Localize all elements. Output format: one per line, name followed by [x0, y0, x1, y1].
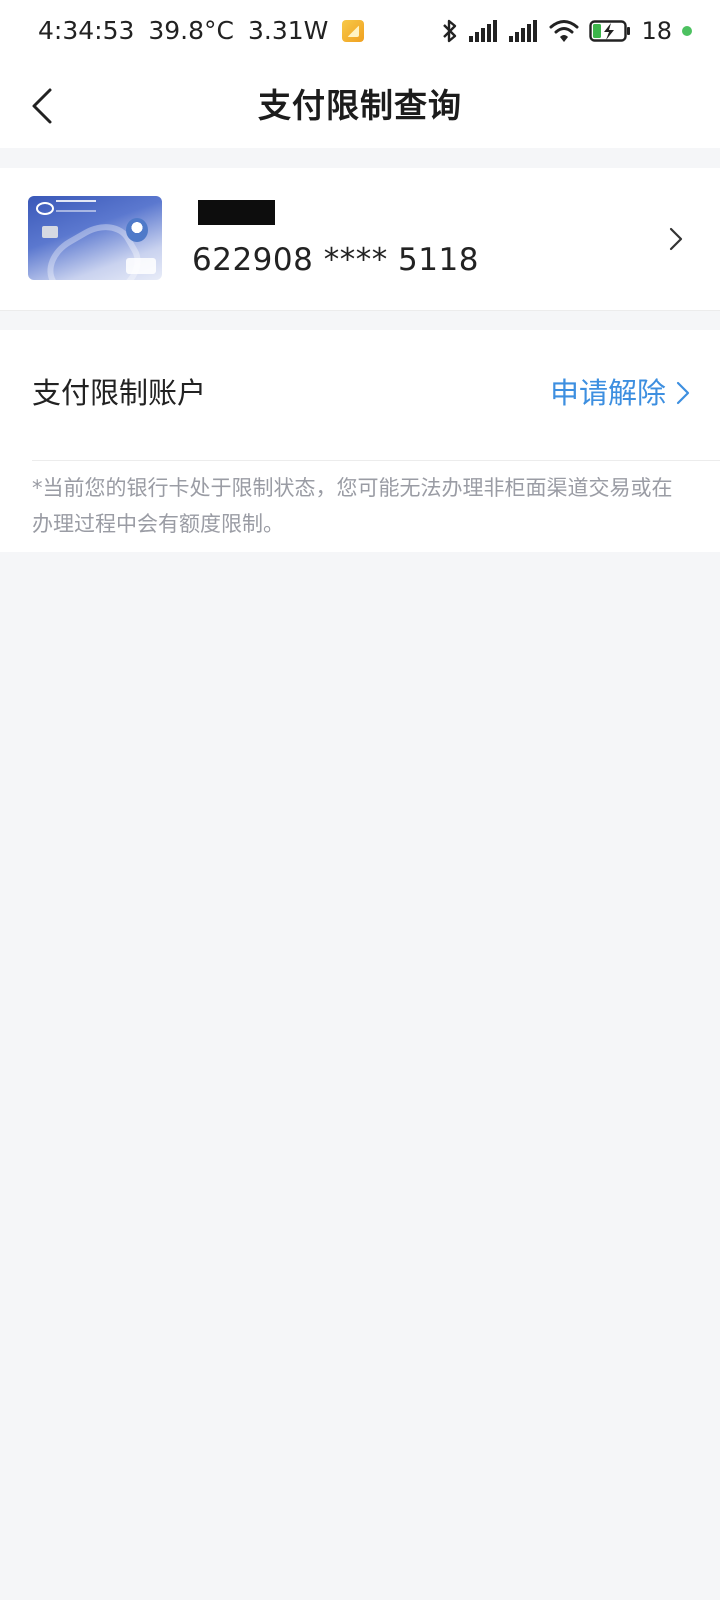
card-mascot-icon — [126, 218, 148, 242]
app-notification-icon — [342, 20, 365, 42]
restriction-section: 支付限制账户 申请解除 *当前您的银行卡处于限制状态，您可能无法办理非柜面渠道交… — [0, 330, 720, 552]
status-power: 3.31W — [248, 16, 329, 45]
bank-logo-icon — [36, 202, 54, 215]
bluetooth-icon — [443, 19, 457, 43]
card-bank-mark — [56, 200, 96, 212]
battery-charging-icon — [589, 20, 631, 42]
status-time: 4:34:53 — [38, 16, 135, 45]
status-temperature: 39.8°C — [148, 16, 234, 45]
status-bar: 4:34:53 39.8°C 3.31W 18 — [0, 0, 720, 64]
page-title: 支付限制查询 — [258, 86, 462, 125]
restriction-note: *当前您的银行卡处于限制状态，您可能无法办理非柜面渠道交易或在办理过程中会有额度… — [32, 476, 673, 536]
apply-remove-link[interactable]: 申请解除 — [550, 372, 690, 414]
chevron-right-icon — [669, 227, 683, 251]
status-left: 4:34:53 39.8°C 3.31W — [38, 14, 365, 48]
signal-icon — [509, 20, 538, 42]
status-right: 18 — [441, 14, 692, 48]
divider — [32, 460, 720, 461]
wifi-icon — [549, 20, 579, 42]
battery-level: 18 — [641, 17, 672, 45]
restriction-account-label: 支付限制账户 — [32, 376, 207, 410]
privacy-indicator-dot — [682, 26, 692, 36]
signal-icon — [469, 20, 498, 42]
card-chip-icon — [42, 226, 58, 238]
card-holder-name-redacted — [198, 200, 275, 225]
chevron-right-icon — [676, 381, 690, 405]
card-number: 622908 **** 5118 — [192, 242, 479, 278]
nav-bar: 支付限制查询 — [0, 64, 720, 148]
unionpay-logo-icon — [126, 258, 156, 274]
apply-remove-label: 申请解除 — [549, 376, 666, 410]
bank-card-row[interactable]: 622908 **** 5118 — [0, 168, 720, 311]
bank-card-image — [28, 196, 162, 280]
